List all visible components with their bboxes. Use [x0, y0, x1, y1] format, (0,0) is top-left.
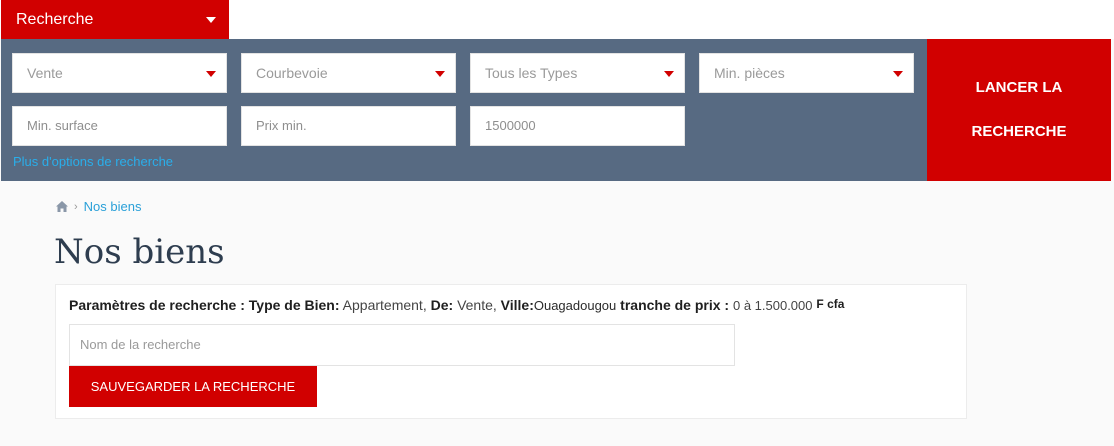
more-options-link[interactable]: Plus d'options de recherche — [13, 154, 173, 169]
min-price-placeholder: Prix min. — [256, 118, 307, 133]
params-currency: F cfa — [816, 297, 845, 311]
breadcrumb-current[interactable]: Nos biens — [84, 199, 142, 214]
city-select[interactable]: Courbevoie — [241, 53, 456, 93]
search-tab-bar: Recherche — [0, 0, 1114, 39]
params-price-label: tranche de prix : — [620, 297, 730, 313]
params-de-label: De: — [430, 297, 454, 313]
search-panel: Vente Courbevoie Tous les Types Min. piè… — [1, 39, 927, 181]
min-surface-input[interactable]: Min. surface — [12, 106, 227, 146]
save-search-button[interactable]: SAUVEGARDER LA RECHERCHE — [69, 366, 317, 407]
min-surface-placeholder: Min. surface — [27, 118, 98, 133]
transaction-select[interactable]: Vente — [12, 53, 227, 93]
type-select-value: Tous les Types — [485, 65, 578, 81]
max-price-value: 1500000 — [485, 118, 536, 133]
params-de-value: Vente, — [457, 297, 497, 313]
home-icon[interactable] — [56, 201, 68, 212]
search-params-box: Paramètres de recherche : Type de Bien: … — [55, 284, 967, 419]
search-tab-label: Recherche — [16, 11, 94, 28]
rooms-select[interactable]: Min. pièces — [699, 53, 914, 93]
chevron-down-icon — [893, 71, 903, 77]
search-name-input[interactable]: Nom de la recherche — [69, 324, 735, 366]
page-title: Nos biens — [54, 232, 225, 272]
max-price-input[interactable]: 1500000 — [470, 106, 685, 146]
transaction-select-value: Vente — [27, 65, 63, 81]
launch-search-label-line2: RECHERCHE — [971, 123, 1067, 140]
breadcrumb: › Nos biens — [56, 199, 141, 214]
search-tab[interactable]: Recherche — [1, 0, 229, 39]
launch-search-button[interactable]: LANCER LA RECHERCHE — [927, 39, 1111, 181]
params-ville-value: Ouagadougou — [533, 298, 617, 313]
params-price-value: 0 à 1.500.000 — [732, 298, 813, 313]
chevron-down-icon — [664, 71, 674, 77]
chevron-down-icon — [206, 17, 216, 23]
params-type-label: Type de Bien: — [248, 297, 340, 313]
launch-search-label-line1: LANCER LA — [975, 79, 1063, 96]
search-params-summary: Paramètres de recherche : Type de Bien: … — [69, 297, 844, 313]
chevron-down-icon — [435, 71, 445, 77]
rooms-select-value: Min. pièces — [714, 65, 785, 81]
chevron-down-icon — [206, 71, 216, 77]
type-select[interactable]: Tous les Types — [470, 53, 685, 93]
params-ville-label: Ville: — [500, 297, 534, 313]
min-price-input[interactable]: Prix min. — [241, 106, 456, 146]
params-label: Paramètres de recherche : — [69, 297, 245, 313]
search-name-placeholder: Nom de la recherche — [80, 337, 201, 352]
params-type-value: Appartement, — [342, 297, 427, 313]
city-select-value: Courbevoie — [256, 65, 328, 81]
breadcrumb-separator: › — [74, 200, 78, 213]
